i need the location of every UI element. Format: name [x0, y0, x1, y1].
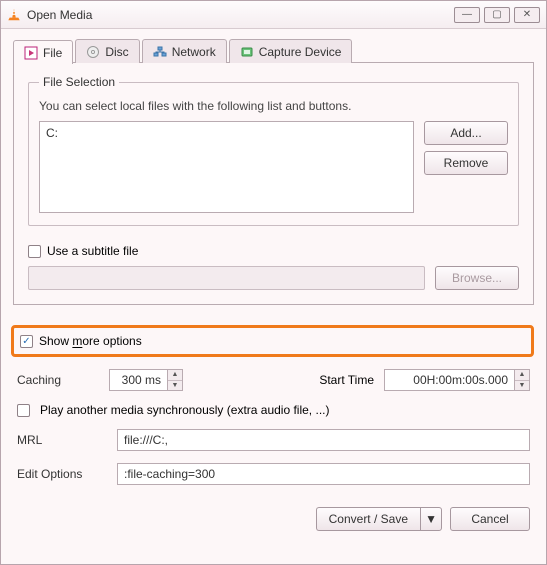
caching-label: Caching — [17, 373, 99, 387]
play-file-icon — [24, 46, 38, 60]
subtitle-checkbox[interactable] — [28, 245, 41, 258]
mrl-label: MRL — [17, 433, 107, 447]
start-time-input[interactable] — [384, 369, 514, 391]
titlebar[interactable]: Open Media — ▢ ✕ — [1, 1, 546, 29]
caching-input[interactable] — [109, 369, 167, 391]
open-media-window: Open Media — ▢ ✕ File Disc Network Captu… — [0, 0, 547, 565]
capture-device-icon — [240, 45, 254, 59]
tab-file-label: File — [43, 46, 62, 60]
more-options-area: Caching ▲▼ Start Time ▲▼ Play another me… — [13, 369, 534, 552]
file-selection-group: File Selection You can select local file… — [28, 75, 519, 226]
start-down[interactable]: ▼ — [515, 381, 529, 391]
tab-network[interactable]: Network — [142, 39, 227, 63]
file-selection-legend: File Selection — [39, 75, 119, 89]
convert-save-button[interactable]: Convert / Save — [316, 507, 420, 531]
file-list-item[interactable]: C: — [46, 126, 407, 140]
convert-save-dropdown[interactable]: ▼ — [420, 507, 442, 531]
cancel-button[interactable]: Cancel — [450, 507, 530, 531]
caching-up[interactable]: ▲ — [168, 370, 182, 381]
tab-disc-label: Disc — [105, 45, 128, 59]
caching-spinner[interactable]: ▲▼ — [109, 369, 183, 391]
window-buttons: — ▢ ✕ — [454, 7, 540, 23]
start-time-spinner[interactable]: ▲▼ — [384, 369, 530, 391]
convert-save-splitbutton[interactable]: Convert / Save ▼ — [316, 507, 442, 531]
tab-disc[interactable]: Disc — [75, 39, 139, 63]
maximize-button[interactable]: ▢ — [484, 7, 510, 23]
caching-down[interactable]: ▼ — [168, 381, 182, 391]
minimize-button[interactable]: — — [454, 7, 480, 23]
tab-capture-label: Capture Device — [259, 45, 342, 59]
network-icon — [153, 45, 167, 59]
edit-options-label: Edit Options — [17, 467, 107, 481]
play-sync-checkbox[interactable] — [17, 404, 30, 417]
mrl-input[interactable] — [117, 429, 530, 451]
start-time-label: Start Time — [319, 373, 374, 387]
file-selection-description: You can select local files with the foll… — [39, 99, 508, 113]
window-title: Open Media — [27, 8, 454, 22]
subtitle-path-field — [28, 266, 425, 290]
disc-icon — [86, 45, 100, 59]
tab-network-label: Network — [172, 45, 216, 59]
file-tab-panel: File Selection You can select local file… — [13, 62, 534, 305]
tab-capture[interactable]: Capture Device — [229, 39, 353, 63]
subtitle-label: Use a subtitle file — [47, 244, 138, 258]
chevron-down-icon: ▼ — [425, 512, 437, 526]
file-list[interactable]: C: — [39, 121, 414, 213]
show-more-options-label[interactable]: Show more options — [39, 334, 142, 348]
start-up[interactable]: ▲ — [515, 370, 529, 381]
tab-file[interactable]: File — [13, 40, 73, 64]
edit-options-input[interactable] — [117, 463, 530, 485]
play-sync-label: Play another media synchronously (extra … — [40, 403, 329, 417]
remove-button[interactable]: Remove — [424, 151, 508, 175]
browse-subtitle-button: Browse... — [435, 266, 519, 290]
show-more-options-checkbox[interactable]: ✓ — [20, 335, 33, 348]
vlc-cone-icon — [7, 8, 21, 22]
add-button[interactable]: Add... — [424, 121, 508, 145]
show-more-options-highlight: ✓ Show more options — [11, 325, 534, 357]
dialog-footer: Convert / Save ▼ Cancel — [17, 497, 530, 531]
dialog-body: File Disc Network Capture Device File Se… — [1, 29, 546, 564]
close-button[interactable]: ✕ — [514, 7, 540, 23]
tab-bar: File Disc Network Capture Device — [13, 39, 534, 63]
